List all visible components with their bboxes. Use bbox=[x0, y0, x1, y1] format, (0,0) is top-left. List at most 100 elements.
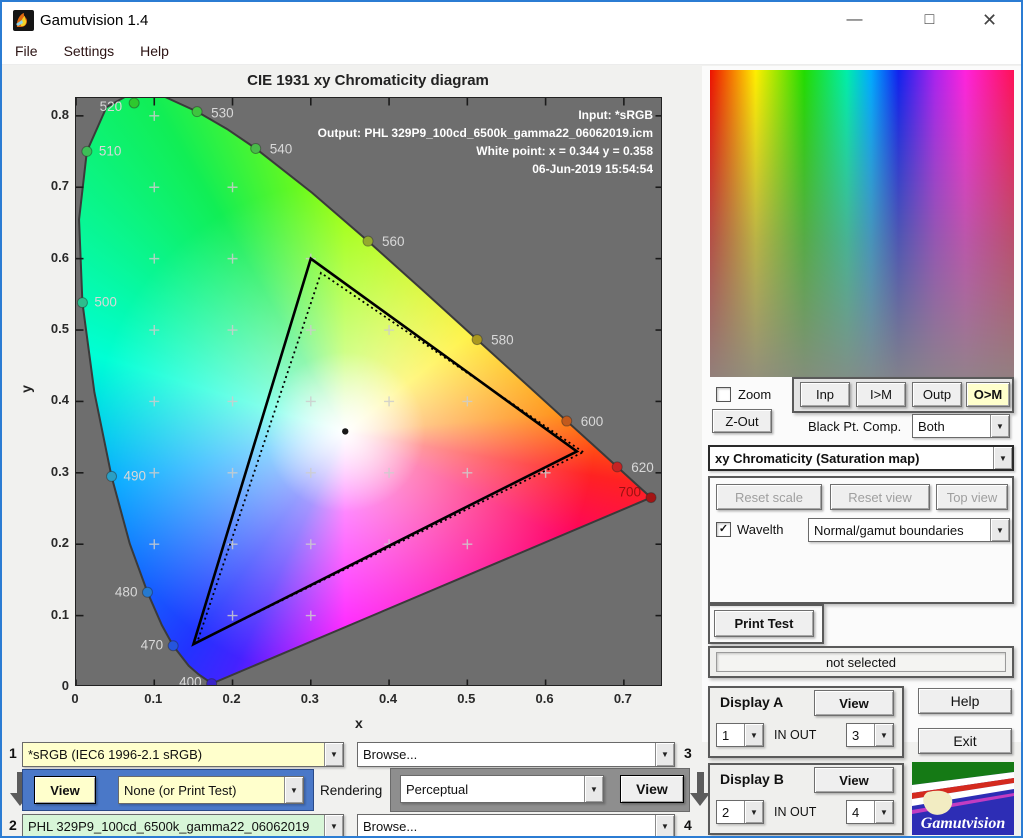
window-title: Gamutvision 1.4 bbox=[40, 11, 149, 29]
x-tick-label: 0.5 bbox=[457, 691, 476, 706]
top-view-button[interactable]: Top view bbox=[936, 484, 1008, 510]
dropdown-arrow-icon[interactable]: ▼ bbox=[584, 776, 603, 802]
exit-button[interactable]: Exit bbox=[918, 728, 1012, 754]
wavelength-label-580: 580 bbox=[491, 333, 514, 348]
plot-overlay: 400470480490500510520 5305405605806006207… bbox=[76, 98, 661, 685]
browse-output-dropdown[interactable]: Browse... ▼ bbox=[357, 814, 675, 836]
grid-plus-mark bbox=[305, 325, 316, 336]
display-a-in-dropdown[interactable]: 1 ▼ bbox=[716, 723, 764, 747]
menu-settings[interactable]: Settings bbox=[51, 43, 128, 59]
display-a-title: Display A bbox=[720, 694, 784, 710]
app-icon bbox=[13, 10, 34, 31]
slot3-number: 3 bbox=[684, 745, 692, 761]
display-b-out-dropdown[interactable]: 4 ▼ bbox=[846, 800, 894, 824]
dropdown-arrow-icon[interactable]: ▼ bbox=[990, 519, 1009, 541]
wavelth-checkbox[interactable]: ✓ bbox=[716, 522, 731, 537]
menu-help[interactable]: Help bbox=[127, 43, 182, 59]
print-test-select-dropdown[interactable]: None (or Print Test) ▼ bbox=[118, 776, 304, 804]
view-right-button[interactable]: View bbox=[620, 775, 684, 803]
browse-input-dropdown[interactable]: Browse... ▼ bbox=[357, 742, 675, 767]
wavelength-label-700: 700 bbox=[618, 485, 641, 500]
rendering-intent-dropdown[interactable]: Perceptual ▼ bbox=[400, 775, 604, 803]
view-left-button[interactable]: View bbox=[34, 776, 96, 804]
z-out-button[interactable]: Z-Out bbox=[712, 409, 772, 433]
spectral-locus-outline bbox=[78, 98, 653, 685]
outp-button[interactable]: Outp bbox=[912, 382, 962, 407]
app-window: Gamutvision 1.4 — □ ✕ File Settings Help… bbox=[0, 0, 1023, 838]
x-tick-label: 0 bbox=[71, 691, 79, 706]
wavelength-dot-620 bbox=[611, 461, 623, 473]
wavelength-dot-510 bbox=[81, 145, 93, 157]
map-type-dropdown[interactable]: xy Chromaticity (Saturation map) ▼ bbox=[708, 445, 1014, 471]
menu-file[interactable]: File bbox=[2, 43, 51, 59]
wavelength-label-500: 500 bbox=[94, 295, 117, 310]
dropdown-arrow-icon[interactable]: ▼ bbox=[284, 777, 303, 803]
menu-bar: File Settings Help bbox=[2, 38, 1021, 65]
y-tick-label: 0.7 bbox=[50, 178, 69, 194]
boundaries-dropdown[interactable]: Normal/gamut boundaries ▼ bbox=[808, 518, 1010, 542]
o-to-m-button[interactable]: O>M bbox=[966, 382, 1010, 407]
wavelth-label: Wavelth bbox=[737, 522, 784, 537]
dropdown-arrow-icon[interactable]: ▼ bbox=[874, 724, 893, 746]
wavelth-control: ✓ Wavelth bbox=[716, 522, 783, 537]
gamutvision-logo: Gamutvision bbox=[912, 762, 1014, 835]
plot-info-text: Input: *sRGB Output: PHL 329P9_100cd_650… bbox=[153, 106, 653, 178]
dropdown-arrow-icon[interactable]: ▼ bbox=[324, 815, 343, 836]
inp-button[interactable]: Inp bbox=[800, 382, 850, 407]
zoom-checkbox[interactable] bbox=[716, 387, 731, 402]
y-tick-label: 0.5 bbox=[50, 321, 69, 337]
grid-plus-mark bbox=[462, 396, 473, 407]
wavelength-dot-400 bbox=[206, 678, 218, 685]
display-a-view-button[interactable]: View bbox=[814, 690, 894, 716]
display-a-inout-label: IN OUT bbox=[774, 728, 817, 742]
wavelength-dot-700 bbox=[645, 492, 657, 504]
dropdown-arrow-icon[interactable]: ▼ bbox=[655, 743, 674, 766]
grid-plus-mark bbox=[149, 253, 160, 264]
x-tick-label: 0.1 bbox=[144, 691, 163, 706]
dropdown-arrow-icon[interactable]: ▼ bbox=[324, 743, 343, 766]
x-tick-label: 0.2 bbox=[222, 691, 241, 706]
chromaticity-plot[interactable]: 400 470 480 490 500 510 520 530 540 560 580 600 620 7… bbox=[75, 97, 662, 686]
grid-plus-mark bbox=[149, 325, 160, 336]
dropdown-arrow-icon[interactable]: ▼ bbox=[744, 724, 763, 746]
display-b-view-button[interactable]: View bbox=[814, 767, 894, 793]
help-button[interactable]: Help bbox=[918, 688, 1012, 714]
grid-plus-mark bbox=[305, 610, 316, 621]
status-field: not selected bbox=[716, 652, 1006, 672]
y-tick-label: 0.6 bbox=[50, 249, 69, 265]
minimize-button[interactable]: — bbox=[832, 2, 877, 38]
x-tick-label: 0.4 bbox=[379, 691, 398, 706]
x-axis-label: x bbox=[355, 715, 363, 731]
saturation-map-preview bbox=[710, 70, 1014, 377]
i-to-m-button[interactable]: I>M bbox=[856, 382, 906, 407]
reset-scale-button[interactable]: Reset scale bbox=[716, 484, 822, 510]
print-test-button[interactable]: Print Test bbox=[714, 610, 814, 637]
display-b-in-dropdown[interactable]: 2 ▼ bbox=[716, 800, 764, 824]
dropdown-arrow-icon[interactable]: ▼ bbox=[993, 447, 1012, 469]
wavelength-dot-490 bbox=[106, 470, 118, 482]
info-input: Input: *sRGB bbox=[578, 108, 653, 122]
wavelength-label-600: 600 bbox=[581, 414, 604, 429]
input-profile-dropdown[interactable]: *sRGB (IEC6 1996-2.1 sRGB) ▼ bbox=[22, 742, 344, 767]
wavelength-label-510: 510 bbox=[99, 143, 122, 158]
maximize-button[interactable]: □ bbox=[907, 2, 952, 38]
grid-plus-mark bbox=[227, 610, 238, 621]
display-a-out-dropdown[interactable]: 3 ▼ bbox=[846, 723, 894, 747]
grid-plus-mark bbox=[227, 396, 238, 407]
wavelength-dot-500 bbox=[76, 297, 88, 309]
wavelength-label-560: 560 bbox=[382, 234, 405, 249]
output-profile-dropdown[interactable]: PHL 329P9_100cd_6500k_gamma22_06062019 ▼ bbox=[22, 814, 344, 836]
reset-view-button[interactable]: Reset view bbox=[830, 484, 930, 510]
close-button[interactable]: ✕ bbox=[967, 2, 1012, 38]
grid-plus-mark bbox=[227, 253, 238, 264]
dropdown-arrow-icon[interactable]: ▼ bbox=[990, 415, 1009, 437]
dropdown-arrow-icon[interactable]: ▼ bbox=[744, 801, 763, 823]
wavelength-dot-480 bbox=[141, 586, 153, 598]
dropdown-arrow-icon[interactable]: ▼ bbox=[655, 815, 674, 836]
white-point-dot bbox=[342, 428, 349, 435]
dropdown-arrow-icon[interactable]: ▼ bbox=[874, 801, 893, 823]
wavelength-label-470: 470 bbox=[141, 638, 164, 653]
black-pt-comp-dropdown[interactable]: Both ▼ bbox=[912, 414, 1010, 438]
info-timestamp: 06-Jun-2019 15:54:54 bbox=[532, 162, 653, 176]
black-pt-comp-label: Black Pt. Comp. bbox=[808, 419, 902, 434]
